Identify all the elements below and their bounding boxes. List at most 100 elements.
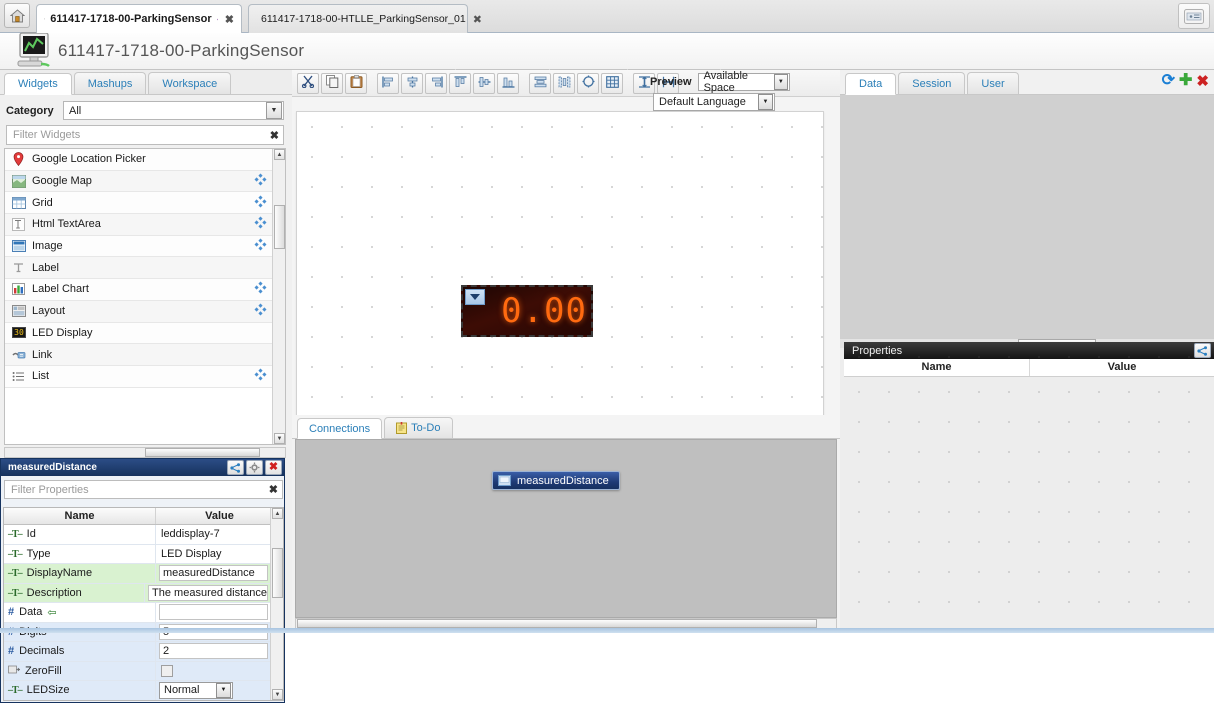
drag-handle-icon[interactable] — [254, 281, 267, 294]
drag-handle[interactable] — [254, 281, 267, 297]
widget-list-item-html-textarea[interactable]: Html TextArea — [5, 214, 273, 236]
drag-handle[interactable] — [254, 195, 267, 211]
align-top-button[interactable] — [449, 73, 471, 94]
property-value-input[interactable] — [159, 604, 268, 620]
drag-handle[interactable] — [254, 368, 267, 384]
property-value-input[interactable]: 2 — [159, 643, 268, 659]
tab-workspace[interactable]: Workspace — [148, 72, 231, 94]
floppy-icon[interactable] — [217, 14, 218, 25]
home-button[interactable] — [4, 3, 30, 28]
browser-tab-close-button[interactable]: ✖ — [473, 13, 482, 26]
connections-canvas[interactable]: measuredDistance — [295, 439, 837, 618]
language-select[interactable]: Default Language ▼ — [653, 93, 775, 111]
align-center-vertical-button[interactable] — [401, 73, 423, 94]
scroll-down-arrow[interactable]: ▼ — [272, 689, 283, 700]
led-display-widget[interactable]: 0.00 — [461, 285, 593, 337]
tab-session[interactable]: Session — [898, 72, 965, 94]
property-value-select[interactable]: Normal▼ — [159, 682, 233, 699]
properties-table-scrollbar[interactable]: ▲ ▼ — [270, 508, 283, 700]
widget-list-item-list[interactable]: List — [5, 366, 273, 388]
widget-list-item-label[interactable]: Label — [5, 257, 273, 279]
property-value-input[interactable]: measuredDistance — [159, 565, 268, 581]
scroll-up-arrow[interactable]: ▲ — [274, 149, 285, 160]
scrollbar-thumb[interactable] — [272, 548, 283, 598]
drag-handle-icon[interactable] — [254, 173, 267, 186]
scrollbar-thumb[interactable] — [274, 205, 285, 249]
data-services-area[interactable] — [840, 95, 1214, 338]
drag-handle-icon[interactable] — [254, 368, 267, 381]
widget-list-item-link[interactable]: Link — [5, 344, 273, 366]
drag-handle[interactable] — [254, 303, 267, 319]
property-row[interactable]: –T–TypeLED Display — [4, 545, 271, 565]
mashup-properties-body[interactable] — [844, 377, 1214, 632]
property-row[interactable]: ZeroFill — [4, 662, 271, 682]
cut-button[interactable] — [297, 73, 319, 94]
drag-handle[interactable] — [254, 216, 267, 232]
distribute-horizontal-button[interactable] — [529, 73, 551, 94]
properties-window-titlebar[interactable]: measuredDistance ✖ — [1, 459, 284, 476]
drag-handle-icon[interactable] — [254, 303, 267, 316]
widget-menu-icon[interactable] — [465, 289, 485, 305]
widget-list-scrollbar[interactable]: ▲ ▼ — [272, 149, 285, 444]
property-row[interactable]: –T–DescriptionThe measured distance — [4, 584, 271, 604]
tab-todo[interactable]: To-Do — [384, 417, 452, 438]
property-row[interactable]: –T–Idleddisplay-7 — [4, 525, 271, 545]
property-row[interactable]: –T–LEDSizeNormal▼ — [4, 681, 271, 701]
tab-connections[interactable]: Connections — [297, 418, 382, 439]
delete-icon[interactable]: ✖ — [1196, 74, 1209, 89]
share-button[interactable] — [1194, 343, 1211, 358]
design-canvas[interactable]: 0.00 — [296, 111, 824, 466]
tab-widgets[interactable]: Widgets — [4, 73, 72, 95]
scrollbar-thumb[interactable] — [145, 448, 260, 457]
settings-button[interactable] — [246, 460, 263, 475]
widget-list-item-image[interactable]: Image — [5, 236, 273, 258]
tab-mashups[interactable]: Mashups — [74, 72, 147, 94]
widget-list-hscrollbar[interactable] — [4, 447, 286, 458]
category-select[interactable]: All ▼ — [63, 101, 284, 120]
widget-list-item-led-display[interactable]: 30LED Display — [5, 323, 273, 345]
drag-handle-icon[interactable] — [254, 238, 267, 251]
align-left-button[interactable] — [377, 73, 399, 94]
widget-filter-input[interactable]: Filter Widgets ✖ — [6, 125, 284, 145]
widget-list-item-google-location-picker[interactable]: Google Location Picker — [5, 149, 273, 171]
browser-tab-close-button[interactable]: ✖ — [225, 13, 234, 26]
refresh-icon[interactable]: ⟳ — [1162, 73, 1175, 89]
widget-list[interactable]: Google Location PickerGoogle MapGridHtml… — [4, 148, 286, 445]
tab-data[interactable]: Data — [845, 73, 896, 95]
widget-list-item-grid[interactable]: Grid — [5, 192, 273, 214]
resize-button[interactable] — [577, 73, 599, 94]
widget-list-item-google-map[interactable]: Google Map — [5, 171, 273, 193]
properties-filter-input[interactable]: Filter Properties ✖ — [4, 480, 283, 499]
screenshot-button[interactable] — [1178, 3, 1210, 29]
property-row[interactable]: #Decimals2 — [4, 642, 271, 662]
browser-tab-0[interactable]: 611417-1718-00-ParkingSensor ✖ — [36, 4, 242, 33]
scroll-up-arrow[interactable]: ▲ — [272, 508, 283, 519]
paste-button[interactable] — [345, 73, 367, 94]
drag-handle[interactable] — [254, 173, 267, 189]
align-middle-button[interactable] — [473, 73, 495, 94]
drag-handle-icon[interactable] — [254, 195, 267, 208]
add-icon[interactable]: ✚ — [1179, 73, 1192, 89]
grid-toggle-button[interactable] — [601, 73, 623, 94]
align-bottom-button[interactable] — [497, 73, 519, 94]
connection-node[interactable]: measuredDistance — [492, 471, 620, 490]
widget-list-item-layout[interactable]: Layout — [5, 301, 273, 323]
browser-tab-1[interactable]: 611417-1718-00-HTLLE_ParkingSensor_01 ✖ — [248, 4, 468, 33]
distribute-vertical-button[interactable] — [553, 73, 575, 94]
scrollbar-thumb[interactable] — [297, 619, 817, 628]
copy-button[interactable] — [321, 73, 343, 94]
share-button[interactable] — [227, 460, 244, 475]
widget-list-item-label-chart[interactable]: Label Chart — [5, 279, 273, 301]
drag-handle-icon[interactable] — [254, 216, 267, 229]
scroll-down-arrow[interactable]: ▼ — [274, 433, 285, 444]
clear-icon[interactable]: ✖ — [270, 129, 279, 142]
align-right-button[interactable] — [425, 73, 447, 94]
property-value-checkbox[interactable] — [161, 665, 173, 677]
clear-icon[interactable]: ✖ — [269, 483, 278, 496]
close-button[interactable]: ✖ — [265, 460, 282, 475]
preview-size-select[interactable]: Available Space ▼ — [698, 73, 790, 91]
property-value-input[interactable]: The measured distance — [148, 585, 268, 601]
tab-user[interactable]: User — [967, 72, 1018, 94]
property-row[interactable]: #Data⇦ — [4, 603, 271, 623]
property-row[interactable]: –T–DisplayNamemeasuredDistance — [4, 564, 271, 584]
